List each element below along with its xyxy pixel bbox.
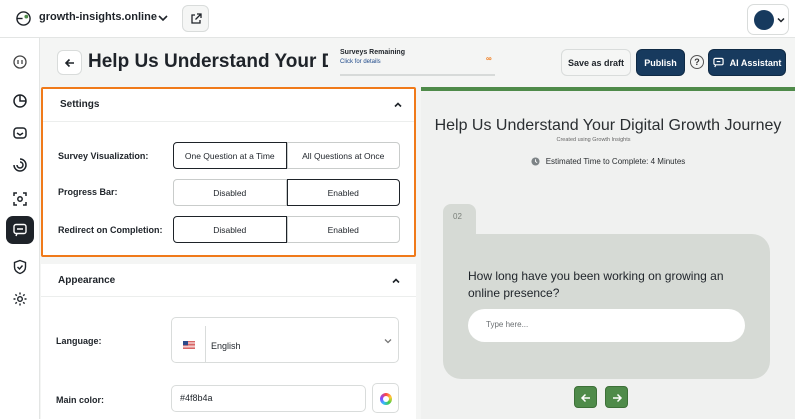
language-label: Language: — [56, 336, 102, 346]
external-link-icon — [191, 13, 202, 24]
publish-button[interactable]: Publish — [636, 49, 685, 76]
appearance-heading: Appearance — [58, 275, 116, 286]
survey-visualization-label: Survey Visualization: — [58, 151, 149, 161]
divider — [205, 326, 206, 363]
survey-visualization-toggle: One Question at a Time All Questions at … — [173, 142, 400, 169]
redirect-toggle: Disabled Enabled — [173, 216, 400, 243]
site-logo-icon — [16, 11, 31, 26]
redirect-disabled-option[interactable]: Disabled — [173, 216, 287, 243]
surveys-count: ∞ — [486, 54, 492, 63]
site-name[interactable]: growth-insights.online — [39, 11, 157, 23]
arrow-right-icon — [613, 393, 623, 403]
us-flag-icon — [183, 341, 195, 349]
answer-input[interactable]: Type here... — [468, 309, 745, 342]
surveys-remaining[interactable]: Surveys Remaining Click for details ∞ — [340, 49, 495, 76]
color-wheel-icon — [380, 393, 392, 405]
chevron-down-icon — [777, 17, 785, 23]
color-picker-button[interactable] — [372, 383, 399, 413]
surveys-usage-bar — [340, 74, 495, 76]
divider — [43, 121, 414, 122]
save-draft-button[interactable]: Save as draft — [561, 49, 631, 76]
main-color-input[interactable]: #4f8b4a — [171, 385, 366, 412]
redirect-enabled-option[interactable]: Enabled — [286, 216, 400, 243]
settings-card: Settings Survey Visualization: One Quest… — [41, 87, 416, 257]
preview-title: Help Us Understand Your Digital Growth J… — [434, 117, 782, 134]
preview-progress-bar — [421, 87, 795, 91]
ai-assistant-button[interactable]: AI Assistant — [708, 49, 786, 76]
preview-time-text: Estimated Time to Complete: 4 Minutes — [545, 157, 686, 166]
progress-bar-label: Progress Bar: — [58, 187, 118, 197]
rail-item-surveys[interactable] — [6, 216, 34, 244]
next-button[interactable] — [605, 386, 628, 408]
surveys-details-link[interactable]: Click for details — [340, 59, 495, 65]
chevron-down-icon[interactable] — [157, 12, 169, 24]
divider — [41, 296, 416, 297]
history-icon[interactable] — [12, 54, 28, 70]
analytics-icon[interactable] — [12, 93, 28, 109]
shield-icon[interactable] — [12, 259, 28, 275]
survey-preview: Help Us Understand Your Digital Growth J… — [421, 87, 795, 419]
scan-icon[interactable] — [12, 191, 28, 207]
language-select[interactable]: English — [171, 317, 399, 363]
chevron-up-icon[interactable] — [391, 276, 401, 286]
inbox-icon[interactable] — [12, 125, 28, 141]
surveys-remaining-label: Surveys Remaining — [340, 49, 405, 56]
top-bar: growth-insights.online — [0, 0, 795, 38]
one-question-option[interactable]: One Question at a Time — [173, 142, 287, 169]
chevron-up-icon[interactable] — [393, 100, 403, 110]
page-title: Help Us Understand Your Digit — [88, 51, 328, 72]
question-text: How long have you been working on growin… — [468, 269, 724, 300]
avatar — [754, 10, 774, 30]
gear-icon[interactable] — [12, 291, 28, 307]
preview-time: Estimated Time to Complete: 4 Minutes — [421, 157, 795, 166]
arrow-left-icon — [64, 58, 74, 68]
ai-assistant-label: AI Assistant — [729, 57, 782, 68]
progress-enabled-option[interactable]: Enabled — [286, 179, 400, 206]
language-value: English — [211, 341, 241, 351]
funnel-icon[interactable] — [12, 157, 28, 173]
left-rail — [0, 38, 40, 419]
arrow-left-icon — [580, 393, 590, 403]
settings-panel: Settings Survey Visualization: One Quest… — [41, 87, 416, 419]
preview-subtitle: Created using Growth Insights — [556, 137, 631, 143]
open-site-button[interactable] — [182, 5, 209, 32]
chat-icon — [712, 57, 724, 68]
back-button[interactable] — [57, 50, 82, 75]
progress-disabled-option[interactable]: Disabled — [173, 179, 287, 206]
question-number: 02 — [443, 204, 476, 234]
main-color-label: Main color: — [56, 395, 105, 405]
progress-bar-toggle: Disabled Enabled — [173, 179, 400, 206]
clock-icon — [531, 157, 540, 166]
redirect-label: Redirect on Completion: — [58, 225, 163, 235]
chevron-down-icon — [384, 339, 392, 344]
all-questions-option[interactable]: All Questions at Once — [286, 142, 400, 169]
account-menu[interactable] — [747, 4, 789, 35]
previous-button[interactable] — [574, 386, 597, 408]
help-icon[interactable]: ? — [690, 55, 704, 69]
settings-heading: Settings — [60, 99, 100, 110]
question-card: How long have you been working on growin… — [443, 234, 770, 379]
survey-icon — [13, 223, 27, 237]
